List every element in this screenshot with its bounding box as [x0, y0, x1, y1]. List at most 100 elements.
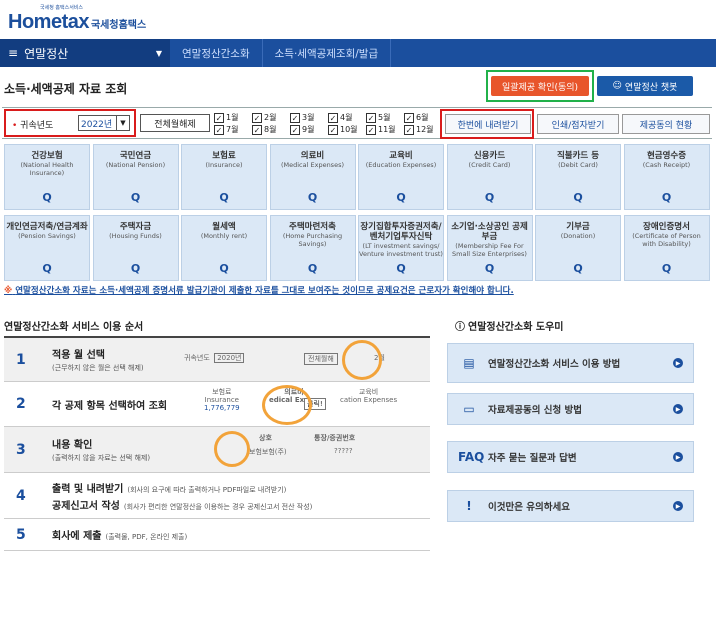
month-10[interactable]: ✓ 10월 — [328, 124, 366, 135]
hamburger-icon[interactable]: ≡ — [8, 46, 18, 60]
search-icon[interactable]: Q — [485, 262, 494, 275]
tile-education[interactable]: 교육비 (Education Expenses) Q — [358, 144, 444, 210]
month-11[interactable]: ✓ 11월 — [366, 124, 404, 135]
tile-home-savings[interactable]: 주택마련저축 (Home Purchasing Savings) Q — [269, 215, 356, 281]
tile-housing-funds[interactable]: 주택자금 (Housing Funds) Q — [92, 215, 179, 281]
checkbox-icon[interactable]: ✓ — [404, 112, 414, 123]
search-icon[interactable]: Q — [42, 191, 51, 204]
arrow-right-icon[interactable]: ▶ — [673, 358, 683, 368]
tile-title: 직불카드 등 — [556, 151, 600, 161]
tile-debit-card[interactable]: 직불카드 등 (Debit Card) Q — [535, 144, 621, 210]
month-3[interactable]: ✓ 3월 — [290, 112, 328, 123]
step-title-2-text: 공제신고서 작성 — [52, 500, 120, 512]
breadcrumb-2[interactable]: 소득·세액공제조회/발급 — [263, 39, 392, 67]
month-9[interactable]: ✓ 9월 — [290, 124, 328, 135]
tile-lt-investment[interactable]: 장기집합투자증권저축/벤처기업투자신탁 (LT investment saving… — [358, 215, 444, 281]
menu-button[interactable]: ≡ 연말정산 ▼ — [0, 39, 170, 67]
month-4[interactable]: ✓ 4월 — [328, 112, 366, 123]
month-7[interactable]: ✓ 7월 — [214, 124, 252, 135]
month-1[interactable]: ✓ 1월 — [214, 112, 252, 123]
month-checkboxes: ✓ 1월 ✓ 2월 ✓ 3월 ✓ 4월 ✓ 5월 ✓ 6월 ✓ 7월 ✓ 8월 ✓ 9월 ✓ 10월… — [214, 112, 442, 135]
consent-button[interactable]: 일괄제공 확인(동의) — [491, 76, 589, 96]
step-title: 회사에 제출 (출력물, PDF, 온라인 제출) — [52, 527, 187, 542]
help-cautions[interactable]: ! 이것만은 유의하세요 ▶ — [447, 490, 694, 522]
tile-subtitle: (Education Expenses) — [365, 161, 437, 169]
clear-all-months-button[interactable]: 전체월해제 — [140, 114, 210, 132]
month-8[interactable]: ✓ 8월 — [252, 124, 290, 135]
month-5[interactable]: ✓ 5월 — [366, 112, 404, 123]
search-icon[interactable]: Q — [662, 191, 671, 204]
search-icon[interactable]: Q — [131, 262, 140, 275]
arrow-right-icon[interactable]: ▶ — [673, 404, 683, 414]
tile-pension-savings[interactable]: 개인연금저축/연금계좌 (Pension Savings) Q — [4, 215, 90, 281]
arrow-right-icon[interactable]: ▶ — [673, 452, 683, 462]
help-usage-guide[interactable]: ▤ 연말정산간소화 서비스 이용 방법 ▶ — [447, 343, 694, 383]
tile-donation[interactable]: 기부금 (Donation) Q — [535, 215, 621, 281]
help-consent-method[interactable]: ▭ 자료제공동의 신청 방법 ▶ — [447, 393, 694, 425]
mini-insurance-sub: Insurance — [204, 396, 239, 404]
tile-monthly-rent[interactable]: 월세액 (Monthly rent) Q — [181, 215, 267, 281]
checkbox-icon[interactable]: ✓ — [290, 112, 300, 123]
book-icon: ▤ — [463, 356, 475, 370]
tile-cash-receipt[interactable]: 현금영수증 (Cash Receipt) Q — [623, 144, 710, 210]
month-2[interactable]: ✓ 2월 — [252, 112, 290, 123]
checkbox-icon[interactable]: ✓ — [214, 112, 224, 123]
tile-title: 장기집합투자증권저축/벤처기업투자신탁 — [360, 222, 442, 242]
mini-year-label: 귀속년도 — [184, 354, 210, 362]
checkbox-icon[interactable]: ✓ — [290, 124, 300, 135]
month-label: 9월 — [302, 125, 315, 134]
tile-insurance[interactable]: 보험료 (Insurance) Q — [181, 144, 267, 210]
checkbox-icon[interactable]: ✓ — [252, 124, 262, 135]
tile-title: 건강보험 — [31, 151, 63, 161]
chevron-down-icon[interactable]: ▼ — [116, 116, 129, 130]
month-12[interactable]: ✓ 12월 — [404, 124, 442, 135]
tile-national-pension[interactable]: 국민연금 (National Pension) Q — [92, 144, 179, 210]
checkbox-icon[interactable]: ✓ — [404, 124, 414, 135]
notice-text[interactable]: ※ 연말정산간소화 자료는 소득·세액공제 증명서류 발급기관이 제출한 자료를… — [4, 284, 514, 296]
breadcrumb-1[interactable]: 연말정산간소화 — [170, 39, 263, 67]
search-icon[interactable]: Q — [308, 191, 317, 204]
chevron-down-icon[interactable]: ▼ — [156, 49, 162, 58]
tile-disability-certificate[interactable]: 장애인증명서 (Certificate of Person with Disabi… — [623, 215, 710, 281]
search-icon[interactable]: Q — [131, 191, 140, 204]
search-icon[interactable]: Q — [573, 262, 582, 275]
tile-credit-card[interactable]: 신용카드 (Credit Card) Q — [446, 144, 533, 210]
tile-small-business[interactable]: 소기업·소상공인 공제부금 (Membership Fee For Small S… — [446, 215, 533, 281]
highlight-ring — [214, 431, 250, 467]
hometax-logo[interactable]: 국세청 홈택스서비스 Hometax 국세청홈택스 — [8, 5, 146, 34]
checkbox-icon[interactable]: ✓ — [366, 112, 376, 123]
checkbox-icon[interactable]: ✓ — [328, 124, 338, 135]
tile-medical[interactable]: 의료비 (Medical Expenses) Q — [269, 144, 356, 210]
search-icon[interactable]: Q — [219, 262, 228, 275]
tile-subtitle: (Cash Receipt) — [642, 161, 691, 169]
year-select[interactable]: 2022년 ▼ — [78, 115, 130, 131]
search-icon[interactable]: Q — [662, 262, 671, 275]
download-all-button[interactable]: 한번에 내려받기 — [445, 114, 531, 134]
mini-education-sub: cation Expenses — [340, 396, 398, 404]
chatbot-button[interactable]: ☺ 연말정산 챗봇 — [597, 76, 693, 96]
mini-year-value: 2020년 — [214, 353, 245, 363]
help-faq[interactable]: FAQ 자주 묻는 질문과 답변 ▶ — [447, 441, 694, 473]
menu-label: 연말정산 — [24, 46, 69, 61]
step-1: 1 적용 월 선택 (근무하지 않은 월은 선택 해제) 귀속년도 2020년 전… — [4, 338, 430, 382]
search-icon[interactable]: Q — [573, 191, 582, 204]
consent-status-button[interactable]: 제공동의 현황 — [622, 114, 710, 134]
print-button[interactable]: 인쇄/점자받기 — [537, 114, 619, 134]
search-icon[interactable]: Q — [308, 262, 317, 275]
mini-amount: 1,776,779 — [204, 404, 240, 412]
checkbox-icon[interactable]: ✓ — [252, 112, 262, 123]
checkbox-icon[interactable]: ✓ — [214, 124, 224, 135]
search-icon[interactable]: Q — [396, 262, 405, 275]
tile-subtitle: (Debit Card) — [558, 161, 598, 169]
tile-health-insurance[interactable]: 건강보험 (National Health Insurance) Q — [4, 144, 90, 210]
checkbox-icon[interactable]: ✓ — [328, 112, 338, 123]
step-title: 적용 월 선택 — [52, 350, 105, 361]
search-icon[interactable]: Q — [219, 191, 228, 204]
checkbox-icon[interactable]: ✓ — [366, 124, 376, 135]
month-6[interactable]: ✓ 6월 — [404, 112, 442, 123]
tile-title: 보험료 — [212, 151, 236, 161]
arrow-right-icon[interactable]: ▶ — [673, 501, 683, 511]
search-icon[interactable]: Q — [42, 262, 51, 275]
search-icon[interactable]: Q — [396, 191, 405, 204]
search-icon[interactable]: Q — [485, 191, 494, 204]
